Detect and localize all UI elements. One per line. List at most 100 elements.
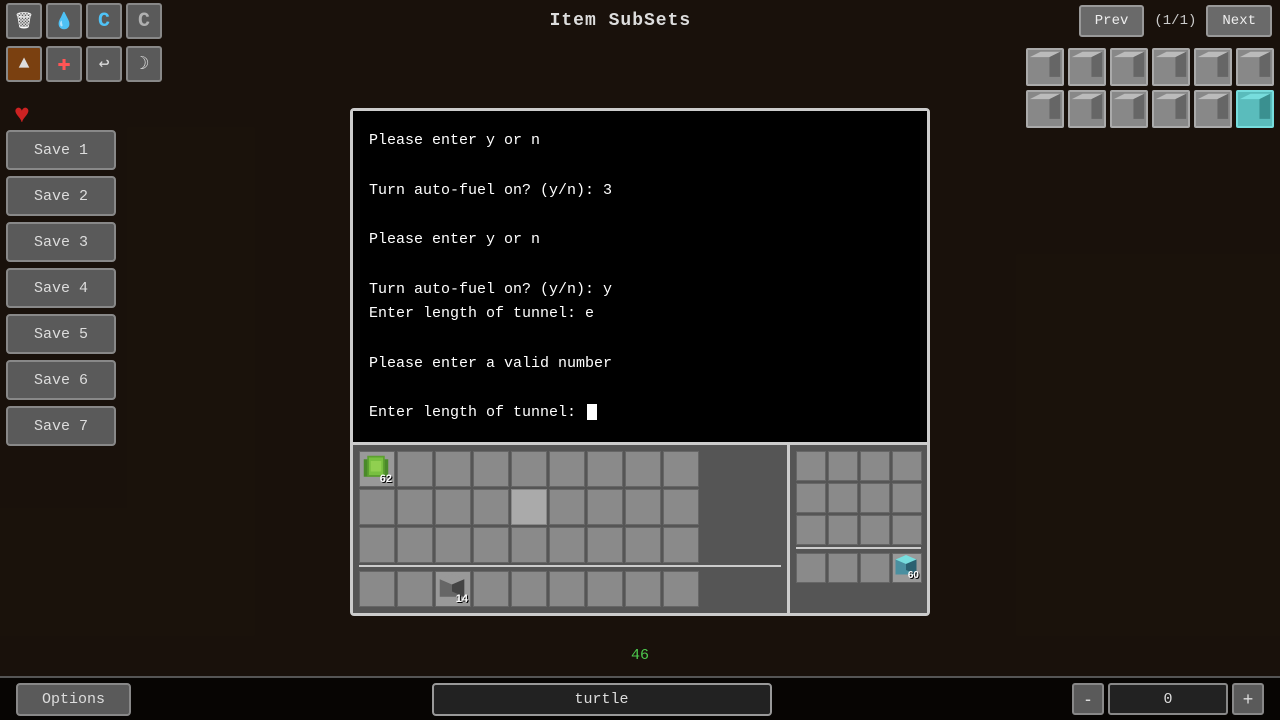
options-button[interactable]: Options <box>16 683 131 716</box>
plus-icon[interactable]: ✚ <box>46 46 82 82</box>
inv-cell-1-6[interactable] <box>549 451 585 487</box>
hotbar-8[interactable] <box>625 571 661 607</box>
side-3-3[interactable] <box>860 515 890 545</box>
inv-cell-3-3[interactable] <box>435 527 471 563</box>
item-cube-6[interactable] <box>1236 48 1274 86</box>
inventory-area: 62 <box>353 442 927 613</box>
side-h-2[interactable] <box>828 553 858 583</box>
inv-cell-2-7[interactable] <box>587 489 623 525</box>
top-toolbar: 🗑 💧 C C Item SubSets Prev (1/1) Next <box>0 0 1280 42</box>
inv-cell-3-2[interactable] <box>397 527 433 563</box>
side-2-3[interactable] <box>860 483 890 513</box>
item-cube-11[interactable] <box>1194 90 1232 128</box>
inv-cell-3-8[interactable] <box>625 527 661 563</box>
inv-cell-2-1[interactable] <box>359 489 395 525</box>
next-button[interactable]: Next <box>1206 5 1272 37</box>
inv-cell-2-5[interactable] <box>511 489 547 525</box>
save-6-button[interactable]: Save 6 <box>6 360 116 400</box>
search-input[interactable] <box>432 683 772 716</box>
side-2-4[interactable] <box>892 483 922 513</box>
inv-cell-2-8[interactable] <box>625 489 661 525</box>
inv-cell-3-9[interactable] <box>663 527 699 563</box>
side-3-2[interactable] <box>828 515 858 545</box>
save-4-button[interactable]: Save 4 <box>6 268 116 308</box>
side-2-1[interactable] <box>796 483 826 513</box>
side-3-1[interactable] <box>796 515 826 545</box>
inv-cell-1-1[interactable]: 62 <box>359 451 395 487</box>
inv-cell-1-2[interactable] <box>397 451 433 487</box>
item-icons-area <box>1026 48 1274 128</box>
inv-cell-1-9[interactable] <box>663 451 699 487</box>
side-3-4[interactable] <box>892 515 922 545</box>
terminal-line-11 <box>369 377 911 402</box>
delete-icon[interactable]: 🗑 <box>6 3 42 39</box>
prev-button[interactable]: Prev <box>1079 5 1145 37</box>
item-cube-5[interactable] <box>1194 48 1232 86</box>
save-5-button[interactable]: Save 5 <box>6 314 116 354</box>
hotbar-2[interactable] <box>397 571 433 607</box>
item-cube-4[interactable] <box>1152 48 1190 86</box>
item-cube-10[interactable] <box>1152 90 1190 128</box>
terminal-line-6 <box>369 253 911 278</box>
c-icon-1[interactable]: C <box>86 3 122 39</box>
stepper-plus-button[interactable]: + <box>1232 683 1264 715</box>
side-h-4-cyan[interactable]: 60 <box>892 553 922 583</box>
side-1-4[interactable] <box>892 451 922 481</box>
side-1-1[interactable] <box>796 451 826 481</box>
water-icon[interactable]: 💧 <box>46 3 82 39</box>
mountain-icon[interactable]: ▲ <box>6 46 42 82</box>
hotbar-4[interactable] <box>473 571 509 607</box>
item-cube-3[interactable] <box>1110 48 1148 86</box>
hotbar-9[interactable] <box>663 571 699 607</box>
inv-cell-1-7[interactable] <box>587 451 623 487</box>
inv-cell-3-6[interactable] <box>549 527 585 563</box>
toolbar-left-icons: 🗑 💧 C C <box>0 3 162 39</box>
hotbar-7[interactable] <box>587 571 623 607</box>
page-title: Item SubSets <box>162 11 1079 31</box>
bottom-bar: Options - 0 + <box>0 676 1280 720</box>
item-cube-7[interactable] <box>1026 90 1064 128</box>
hotbar-6[interactable] <box>549 571 585 607</box>
save-7-button[interactable]: Save 7 <box>6 406 116 446</box>
hotbar-3[interactable]: 14 <box>435 571 471 607</box>
item-cube-9[interactable] <box>1110 90 1148 128</box>
hotbar-5[interactable] <box>511 571 547 607</box>
terminal-line-8: Enter length of tunnel: e <box>369 302 911 327</box>
inv-cell-1-4[interactable] <box>473 451 509 487</box>
save-3-button[interactable]: Save 3 <box>6 222 116 262</box>
inv-cell-1-8[interactable] <box>625 451 661 487</box>
inv-cell-3-1[interactable] <box>359 527 395 563</box>
inv-cell-2-2[interactable] <box>397 489 433 525</box>
terminal-line-12: Enter length of tunnel: <box>369 401 911 426</box>
item-cube-8[interactable] <box>1068 90 1106 128</box>
item-cube-2[interactable] <box>1068 48 1106 86</box>
toolbar-row2: ▲ ✚ ↩ ☽ <box>0 42 162 86</box>
side-2-2[interactable] <box>828 483 858 513</box>
toolbar-nav: Prev (1/1) Next <box>1079 5 1280 37</box>
inv-cell-2-9[interactable] <box>663 489 699 525</box>
inv-cell-2-6[interactable] <box>549 489 585 525</box>
inv-cell-2-4[interactable] <box>473 489 509 525</box>
center-number: 46 <box>631 647 649 664</box>
inv-cell-3-4[interactable] <box>473 527 509 563</box>
save-2-button[interactable]: Save 2 <box>6 176 116 216</box>
save-1-button[interactable]: Save 1 <box>6 130 116 170</box>
inv-cell-3-7[interactable] <box>587 527 623 563</box>
hotbar-1[interactable] <box>359 571 395 607</box>
terminal-line-10: Please enter a valid number <box>369 352 911 377</box>
item-cube-1[interactable] <box>1026 48 1064 86</box>
inv-cell-3-5[interactable] <box>511 527 547 563</box>
side-h-1[interactable] <box>796 553 826 583</box>
c-icon-2[interactable]: C <box>126 3 162 39</box>
side-h-3[interactable] <box>860 553 890 583</box>
item-cube-12-cyan[interactable] <box>1236 90 1274 128</box>
moon-icon[interactable]: ☽ <box>126 46 162 82</box>
inv-cell-1-3[interactable] <box>435 451 471 487</box>
undo-icon[interactable]: ↩ <box>86 46 122 82</box>
side-1-2[interactable] <box>828 451 858 481</box>
side-1-3[interactable] <box>860 451 890 481</box>
stepper-minus-button[interactable]: - <box>1072 683 1104 715</box>
inv-cell-2-3[interactable] <box>435 489 471 525</box>
inv-cell-1-5[interactable] <box>511 451 547 487</box>
sidebar: Save 1 Save 2 Save 3 Save 4 Save 5 Save … <box>6 130 116 446</box>
